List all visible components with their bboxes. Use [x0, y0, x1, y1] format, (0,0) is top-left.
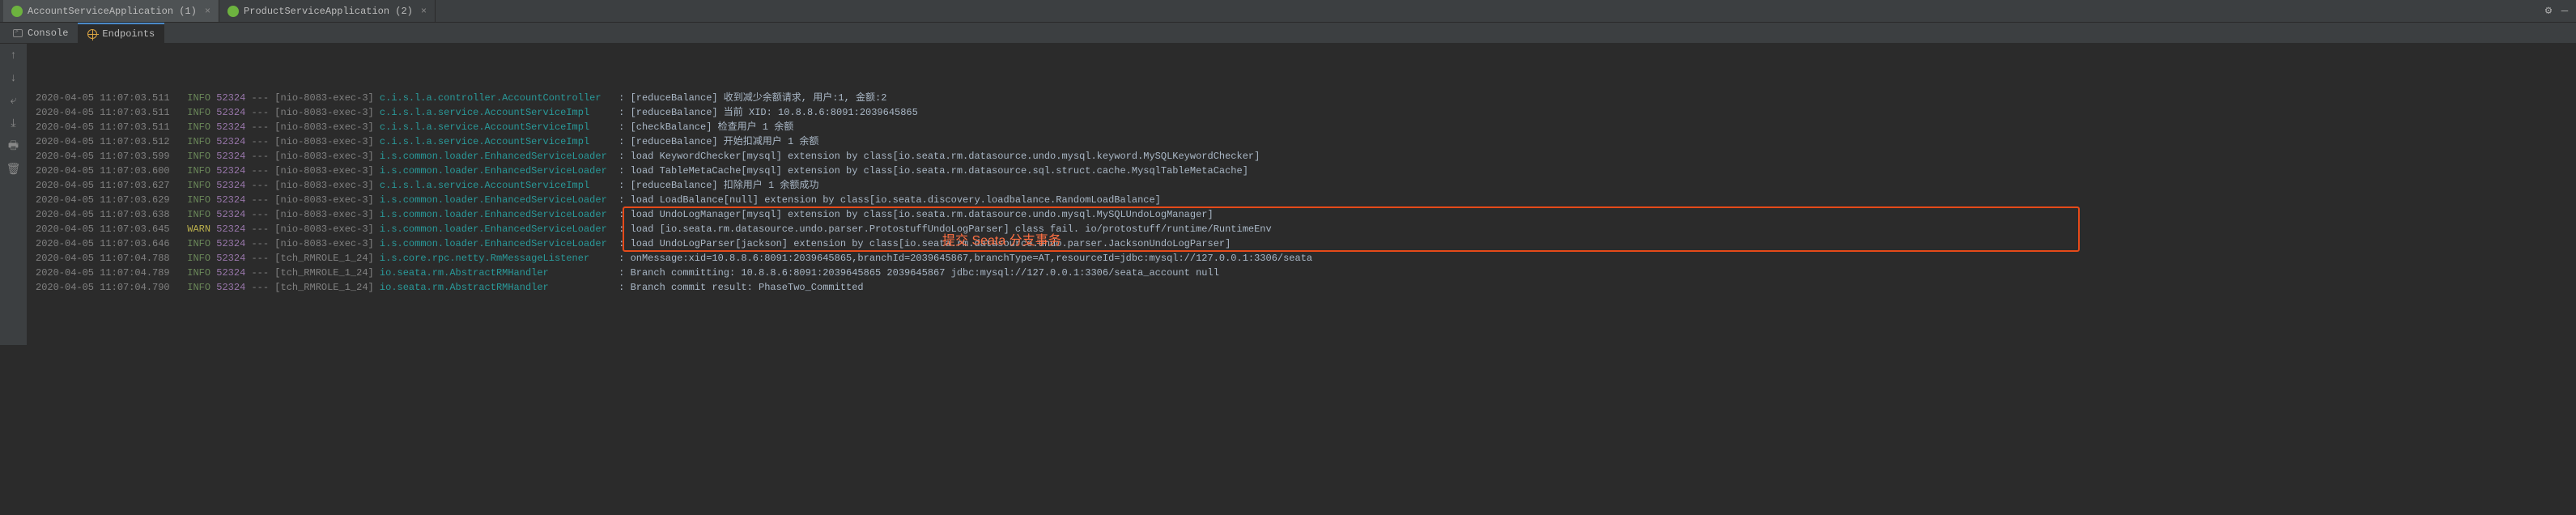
- log-row: 2020-04-05 11:07:03.599 INFO 52324 --- […: [36, 149, 2576, 164]
- gutter-toolbar: ↑ ↓ ⤶ ⤓ 🖶 🗑: [0, 44, 28, 345]
- tab-endpoints-label: Endpoints: [102, 28, 155, 40]
- log-row: 2020-04-05 11:07:03.511 INFO 52324 --- […: [36, 120, 2576, 134]
- tool-subtab-bar: Console Endpoints: [0, 23, 2576, 44]
- log-row: 2020-04-05 11:07:04.789 INFO 52324 --- […: [36, 266, 2576, 280]
- log-row: 2020-04-05 11:07:03.511 INFO 52324 --- […: [36, 91, 2576, 105]
- log-row: 2020-04-05 11:07:03.627 INFO 52324 --- […: [36, 178, 2576, 193]
- tab-endpoints[interactable]: Endpoints: [78, 23, 164, 43]
- hide-icon[interactable]: —: [2557, 5, 2573, 18]
- endpoints-icon: [87, 29, 97, 39]
- run-tab-bar: AccountServiceApplication (1) × ProductS…: [0, 0, 2576, 23]
- run-tab-product-service[interactable]: ProductServiceApplication (2) ×: [219, 0, 436, 22]
- scroll-to-end-icon[interactable]: ⤓: [6, 117, 21, 131]
- trash-icon[interactable]: 🗑: [6, 162, 21, 177]
- log-row: 2020-04-05 11:07:03.511 INFO 52324 --- […: [36, 105, 2576, 120]
- spring-boot-icon: [227, 6, 239, 17]
- log-row: 2020-04-05 11:07:03.645 WARN 52324 --- […: [36, 222, 2576, 236]
- run-tab-label: ProductServiceApplication (2): [244, 6, 413, 17]
- log-row: 2020-04-05 11:07:03.629 INFO 52324 --- […: [36, 193, 2576, 207]
- close-icon[interactable]: ×: [421, 6, 427, 17]
- print-icon[interactable]: 🖶: [6, 139, 21, 154]
- run-tab-account-service[interactable]: AccountServiceApplication (1) ×: [3, 0, 219, 22]
- log-row: 2020-04-05 11:07:03.600 INFO 52324 --- […: [36, 164, 2576, 178]
- main-area: ↑ ↓ ⤶ ⤓ 🖶 🗑 2020-04-05 11:07:03.511 INFO…: [0, 44, 2576, 345]
- spring-boot-icon: [11, 6, 23, 17]
- run-tab-label: AccountServiceApplication (1): [28, 6, 197, 17]
- close-icon[interactable]: ×: [205, 6, 210, 17]
- log-row: 2020-04-05 11:07:03.512 INFO 52324 --- […: [36, 134, 2576, 149]
- log-row: 2020-04-05 11:07:04.790 INFO 52324 --- […: [36, 280, 2576, 295]
- log-row: 2020-04-05 11:07:03.646 INFO 52324 --- […: [36, 236, 2576, 251]
- tab-console[interactable]: Console: [3, 23, 78, 43]
- down-arrow-icon[interactable]: ↓: [6, 71, 21, 86]
- up-arrow-icon[interactable]: ↑: [6, 49, 21, 63]
- tab-console-label: Console: [28, 28, 68, 39]
- log-row: 2020-04-05 11:07:04.788 INFO 52324 --- […: [36, 251, 2576, 266]
- gear-icon[interactable]: ⚙: [2540, 4, 2557, 18]
- console-output[interactable]: 2020-04-05 11:07:03.511 INFO 52324 --- […: [28, 44, 2576, 345]
- soft-wrap-icon[interactable]: ⤶: [6, 94, 21, 109]
- console-icon: [13, 29, 23, 37]
- log-row: 2020-04-05 11:07:03.638 INFO 52324 --- […: [36, 207, 2576, 222]
